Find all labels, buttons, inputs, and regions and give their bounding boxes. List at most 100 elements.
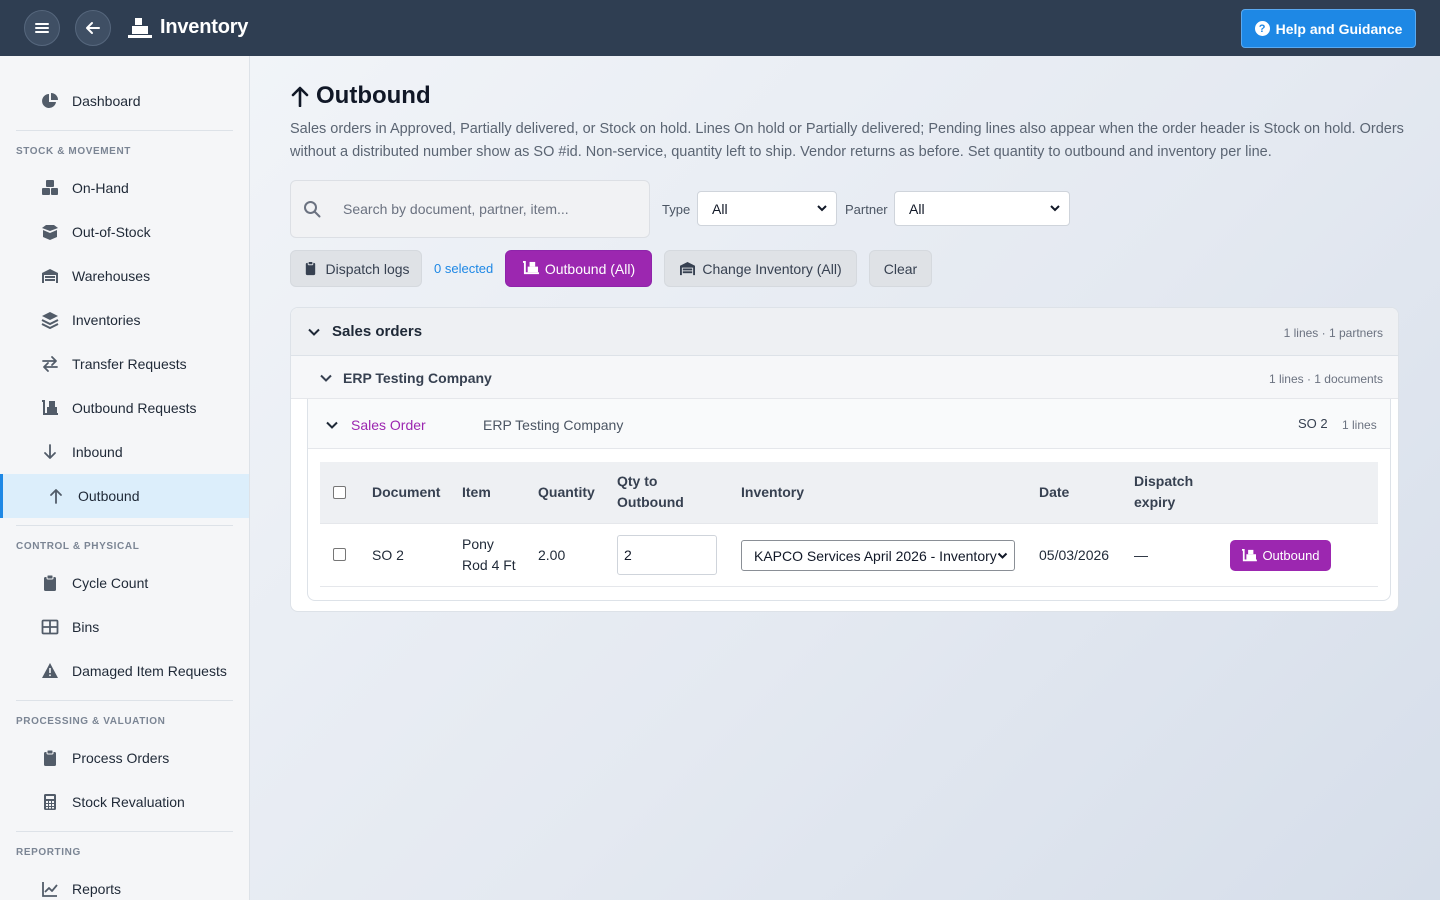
selected-count: 0 selected [434, 261, 494, 276]
sidebar-item-out-of-stock[interactable]: Out-of-Stock [0, 210, 249, 254]
column-document: Document [372, 484, 441, 500]
sidebar-divider [16, 831, 233, 832]
select-all-checkbox[interactable] [333, 486, 346, 499]
column-date: Date [1039, 484, 1070, 500]
app-title: Inventory [160, 16, 249, 38]
sidebar-item-transfer-requests[interactable]: Transfer Requests [0, 342, 249, 386]
sidebar-item-inbound[interactable]: Inbound [0, 430, 249, 474]
change-inventory-all-label: Change Inventory (All) [702, 260, 842, 277]
sidebar: Dashboard STOCK & MOVEMENT On-Hand Out-o… [0, 56, 250, 900]
sidebar-item-process-orders[interactable]: Process Orders [0, 736, 249, 780]
group-meta: 1 lines · 1 partners [1283, 326, 1383, 340]
chevron-down-icon [1050, 205, 1060, 212]
column-dispatch-expiry-line2: expiry [1134, 494, 1176, 510]
arrow-down-icon [40, 443, 60, 461]
sidebar-section-label: REPORTING [16, 847, 81, 858]
clipboard-icon [40, 749, 60, 767]
sidebar-item-dashboard[interactable]: Dashboard [0, 79, 249, 123]
clipboard-icon [306, 261, 316, 276]
column-qty-to-outbound-line1: Qty to [617, 473, 658, 489]
document-header[interactable]: Sales Order ERP Testing Company SO 2 1 l… [308, 399, 1390, 449]
outbound-all-button[interactable]: Outbound (All) [505, 250, 652, 287]
qty-to-outbound-value: 2 [624, 547, 632, 563]
sidebar-item-label: Warehouses [72, 268, 151, 284]
sidebar-item-outbound-requests[interactable]: Outbound Requests [0, 386, 249, 430]
sidebar-item-bins[interactable]: Bins [0, 605, 249, 649]
sidebar-item-stock-revaluation[interactable]: Stock Revaluation [0, 780, 249, 824]
row-checkbox[interactable] [333, 548, 346, 561]
sidebar-item-on-hand[interactable]: On-Hand [0, 166, 249, 210]
sidebar-item-label: Out-of-Stock [72, 224, 151, 240]
row-document: SO 2 [372, 547, 404, 563]
partner-meta: 1 lines · 1 documents [1268, 372, 1383, 386]
column-inventory: Inventory [741, 484, 805, 500]
partner-select-value: All [909, 200, 925, 217]
help-icon: ? [1254, 21, 1270, 36]
sidebar-item-label: Bins [72, 619, 100, 635]
page-description: Sales orders in Approved, Partially deli… [290, 121, 1404, 160]
line-chart-icon [40, 880, 60, 898]
qty-to-outbound-input[interactable]: 2 [617, 535, 717, 575]
clear-label: Clear [883, 260, 918, 277]
dolly-icon [1242, 548, 1258, 561]
column-qty-to-outbound-line2: Outbound [617, 494, 684, 510]
arrow-up-icon [291, 86, 309, 107]
search-input[interactable] [343, 201, 633, 217]
warning-icon [40, 662, 60, 680]
app-brand[interactable]: Inventory [128, 16, 248, 39]
sidebar-item-reports[interactable]: Reports [0, 867, 249, 900]
row-outbound-button[interactable]: Outbound [1230, 540, 1331, 571]
sidebar-divider [16, 130, 233, 131]
sidebar-section-label: PROCESSING & VALUATION [16, 716, 166, 727]
row-dispatch-expiry: — [1134, 547, 1148, 563]
sidebar-item-cycle-count[interactable]: Cycle Count [0, 561, 249, 605]
partner-header[interactable]: ERP Testing Company 1 lines · 1 document… [291, 356, 1398, 399]
menu-button[interactable] [24, 10, 60, 46]
row-outbound-label: Outbound [1262, 548, 1320, 563]
warehouse-icon [40, 267, 60, 285]
sidebar-item-damaged-item-requests[interactable]: Damaged Item Requests [0, 649, 249, 693]
row-item-line2: Rod 4 Ft [462, 557, 516, 573]
dispatch-logs-button[interactable]: Dispatch logs [290, 250, 422, 287]
sidebar-item-label: Inventories [72, 312, 141, 328]
row-item-line1: Pony [462, 536, 494, 552]
type-filter-label: Type [662, 202, 691, 217]
sidebar-item-label: Outbound Requests [72, 400, 197, 416]
layers-icon [40, 311, 60, 329]
back-button[interactable] [75, 10, 111, 46]
sales-orders-panel: Sales orders 1 lines · 1 partners ERP Te… [290, 307, 1399, 612]
type-select-value: All [712, 200, 728, 217]
dolly-icon [522, 261, 539, 275]
pie-chart-icon [40, 92, 60, 110]
hamburger-icon [35, 23, 49, 33]
column-item: Item [462, 484, 491, 500]
chevron-down-icon [308, 328, 320, 336]
chevron-down-icon [817, 205, 827, 212]
document-card: Sales Order ERP Testing Company SO 2 1 l… [307, 399, 1391, 601]
partner-select[interactable]: All [894, 191, 1070, 226]
type-select[interactable]: All [697, 191, 837, 226]
sidebar-item-label: On-Hand [72, 180, 129, 196]
sidebar-item-label: Outbound [78, 488, 140, 504]
sales-orders-header[interactable]: Sales orders 1 lines · 1 partners [291, 308, 1398, 356]
dispatch-logs-label: Dispatch logs [325, 260, 410, 277]
clear-button[interactable]: Clear [869, 250, 932, 287]
outbound-all-label: Outbound (All) [544, 260, 636, 277]
sidebar-item-label: Reports [72, 881, 122, 897]
change-inventory-all-button[interactable]: Change Inventory (All) [664, 250, 857, 287]
warehouse-icon [680, 261, 696, 276]
help-button[interactable]: ? Help and Guidance [1241, 9, 1416, 48]
search-box[interactable] [290, 180, 650, 238]
chevron-down-icon [320, 374, 332, 382]
document-type: Sales Order [351, 417, 426, 433]
main-content: Outbound Sales orders in Approved, Parti… [250, 56, 1440, 900]
inventory-select[interactable]: KAPCO Services April 2026 - Inventory [741, 540, 1015, 571]
open-box-icon [40, 223, 60, 241]
help-label: Help and Guidance [1275, 20, 1403, 37]
sidebar-item-warehouses[interactable]: Warehouses [0, 254, 249, 298]
arrow-up-icon [46, 487, 66, 505]
sidebar-item-label: Damaged Item Requests [72, 663, 227, 679]
chevron-down-icon [326, 421, 338, 429]
sidebar-item-inventories[interactable]: Inventories [0, 298, 249, 342]
sidebar-item-outbound[interactable]: Outbound [0, 474, 249, 518]
